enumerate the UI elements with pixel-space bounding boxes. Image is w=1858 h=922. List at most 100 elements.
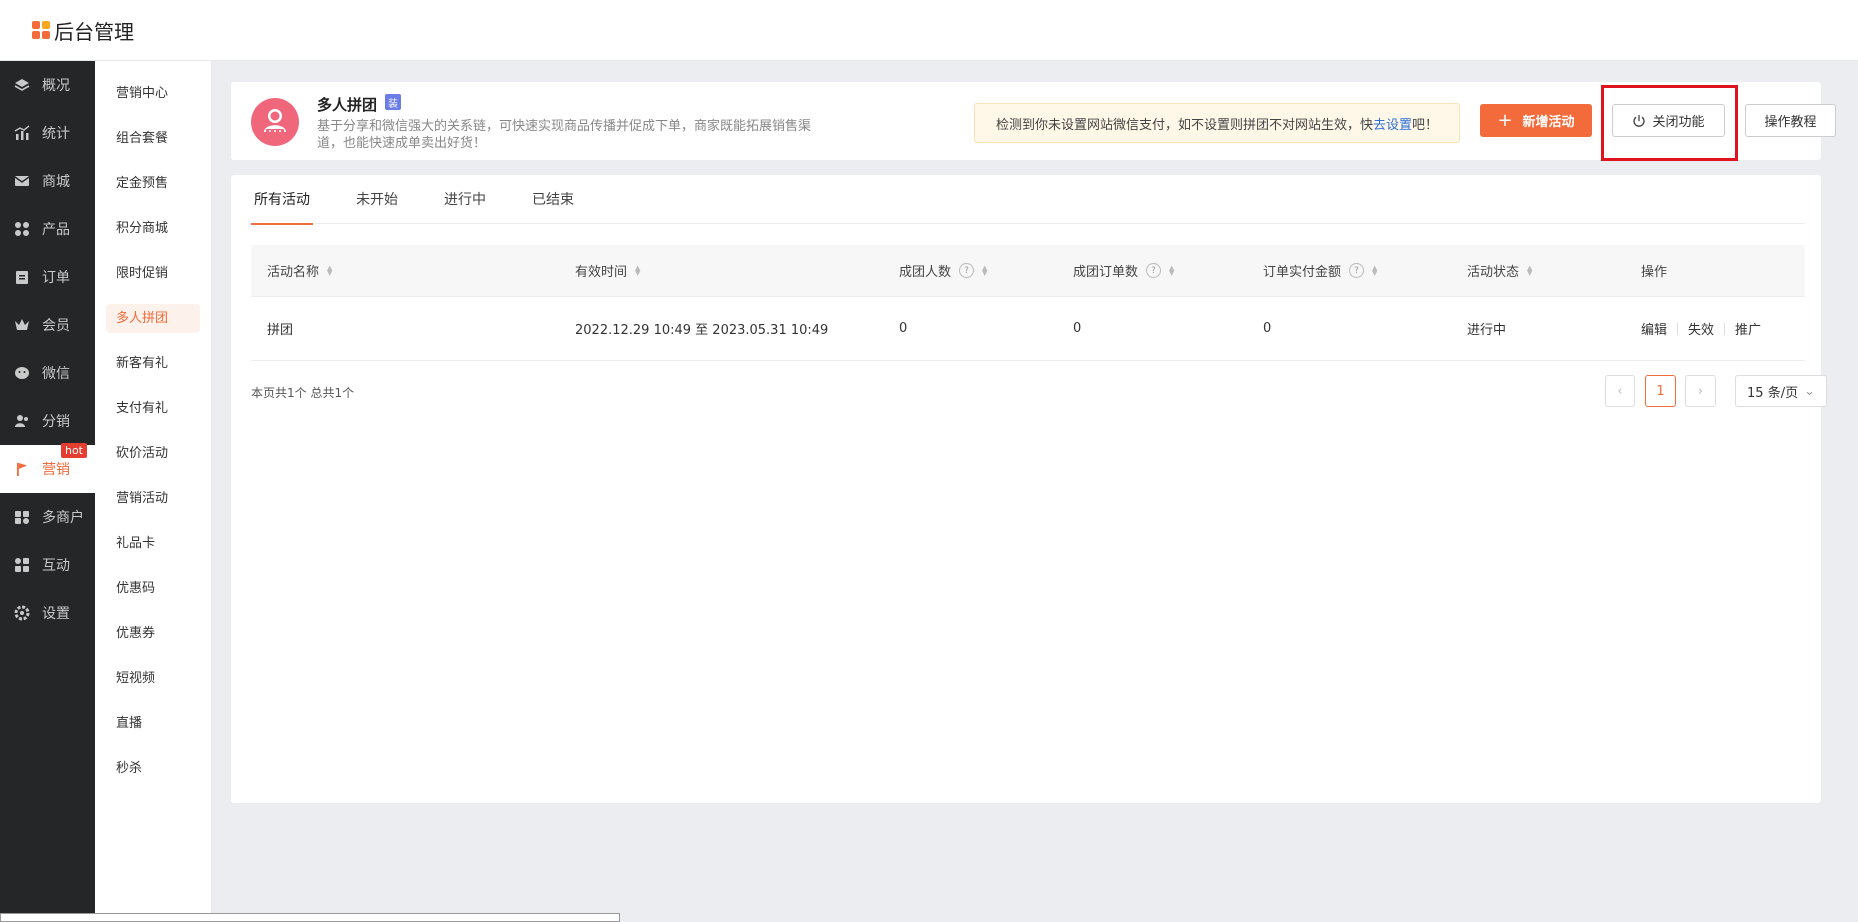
cell-amount: 0 — [1263, 321, 1272, 336]
cell-name: 拼团 — [267, 323, 294, 338]
page-number-button[interactable]: 1 — [1645, 375, 1676, 407]
subnav-item-bundle[interactable]: 组合套餐 — [106, 124, 200, 153]
users-icon — [14, 413, 30, 429]
sidebar-item-products[interactable]: 产品 — [0, 205, 95, 253]
subnav-item-marketing-center[interactable]: 营销中心 — [106, 79, 200, 108]
activity-tabs: 所有活动 未开始 进行中 已结束 — [251, 175, 1805, 225]
column-header-orders[interactable]: 成团订单数 ? ▲ ▼ — [1057, 261, 1247, 280]
divider — [1677, 322, 1679, 335]
subnav-item-points-mall[interactable]: 积分商城 — [106, 214, 200, 243]
subnav-item-gift-card[interactable]: 礼品卡 — [106, 529, 200, 558]
sidebar-item-mall[interactable]: 商城 — [0, 157, 95, 205]
help-icon[interactable]: ? — [1349, 263, 1365, 278]
page-size-select[interactable]: 15 条/页 ⌄ — [1735, 375, 1827, 407]
subnav-item-deposit-presale[interactable]: 定金预售 — [106, 169, 200, 198]
prev-page-button[interactable]: ‹ — [1605, 375, 1635, 407]
help-icon[interactable]: ? — [1146, 263, 1162, 278]
sidebar-item-multi-merchant[interactable]: 多商户 — [0, 493, 95, 541]
table-row: 拼团 2022.12.29 10:49 至 2023.05.31 10:49 0… — [251, 297, 1805, 361]
tab-all[interactable]: 所有活动 — [251, 175, 313, 225]
notice-text: 检测到你未设置网站微信支付，如不设置则拼团不对网站生效，快 — [995, 117, 1373, 133]
activity-list-card: 所有活动 未开始 进行中 已结束 活动名称 ▲ ▼ 有效时间 ▲ ▼ 成团人数 ? … — [231, 175, 1827, 803]
column-header-name[interactable]: 活动名称 ▲ ▼ — [251, 261, 559, 280]
edit-link[interactable]: 编辑 — [1641, 319, 1667, 338]
column-header-time[interactable]: 有效时间 ▲ ▼ — [559, 261, 883, 280]
sidebar-item-interaction[interactable]: 互动 — [0, 541, 95, 589]
module-description: 基于分享和微信强大的关系链，可快速实现商品传播并促成下单，商家既能拓展销售渠道，… — [317, 119, 812, 151]
sidebar-item-label: 统计 — [42, 126, 70, 142]
layers-icon — [14, 77, 30, 93]
clipboard-icon — [14, 269, 30, 285]
sidebar-item-wechat[interactable]: 微信 — [0, 349, 95, 397]
page-size-label: 15 条/页 — [1747, 385, 1799, 401]
cell-time: 2022.12.29 10:49 至 2023.05.31 10:49 — [575, 323, 829, 338]
subnav-item-payment-gift[interactable]: 支付有礼 — [106, 394, 200, 423]
subnav-item-group-buy[interactable]: 多人拼团 — [106, 304, 200, 333]
subnav-item-seckill[interactable]: 秒杀 — [106, 754, 200, 783]
sidebar-item-label: 订单 — [42, 270, 70, 286]
go-settings-link[interactable]: 去设置 — [1373, 114, 1412, 133]
hot-badge: hot — [60, 443, 87, 458]
sort-icon[interactable]: ▲ ▼ — [1372, 264, 1377, 276]
sort-icon[interactable]: ▲ ▼ — [982, 264, 987, 276]
sidebar-item-label: 分销 — [42, 414, 70, 430]
add-activity-label: 新增活动 — [1522, 115, 1575, 130]
promote-link[interactable]: 推广 — [1735, 319, 1761, 338]
sidebar-item-label: 互动 — [42, 558, 70, 574]
main-sidebar: 概况 统计 商城 产品 订单 会员 微信 分销 营销 hot 多商户 互动 设置 — [0, 61, 95, 922]
subnav-item-short-video[interactable]: 短视频 — [106, 664, 200, 693]
grid-icon — [14, 221, 30, 237]
sidebar-item-label: 概况 — [42, 78, 70, 94]
sort-icon[interactable]: ▲ ▼ — [327, 264, 332, 276]
cell-members: 0 — [899, 321, 908, 336]
next-page-button[interactable]: › — [1685, 375, 1716, 407]
apps-icon — [14, 557, 30, 573]
sidebar-item-marketing[interactable]: 营销 hot — [0, 443, 95, 493]
subnav-item-coupon[interactable]: 优惠券 — [106, 619, 200, 648]
sidebar-item-label: 设置 — [42, 606, 70, 622]
tab-ended[interactable]: 已结束 — [529, 175, 577, 224]
help-icon[interactable]: ? — [959, 263, 975, 278]
column-header-amount[interactable]: 订单实付金额 ? ▲ ▼ — [1247, 261, 1451, 280]
sidebar-item-settings[interactable]: 设置 — [0, 589, 95, 637]
bottom-status-strip — [0, 913, 620, 922]
sidebar-item-label: 商城 — [42, 174, 70, 190]
tab-not-started[interactable]: 未开始 — [353, 175, 401, 224]
wechat-icon — [14, 365, 30, 381]
subnav-item-bargain[interactable]: 砍价活动 — [106, 439, 200, 468]
subnav-item-new-customer-gift[interactable]: 新客有礼 — [106, 349, 200, 378]
crown-icon — [14, 317, 30, 333]
chevron-left-icon: ‹ — [1617, 383, 1623, 399]
subnav-item-flash-promo[interactable]: 限时促销 — [106, 259, 200, 288]
sort-icon[interactable]: ▲ ▼ — [635, 264, 640, 276]
sidebar-item-members[interactable]: 会员 — [0, 301, 95, 349]
decoration-badge: 装 — [385, 94, 401, 110]
disable-link[interactable]: 失效 — [1688, 319, 1714, 338]
subnav-item-live[interactable]: 直播 — [106, 709, 200, 738]
logo-icon — [32, 21, 50, 39]
sort-icon[interactable]: ▲ ▼ — [1527, 264, 1532, 276]
page-summary: 本页共1个 总共1个 — [251, 386, 355, 400]
column-header-status[interactable]: 活动状态 ▲ ▼ — [1451, 261, 1625, 280]
sidebar-item-orders[interactable]: 订单 — [0, 253, 95, 301]
tab-in-progress[interactable]: 进行中 — [441, 175, 489, 224]
sidebar-item-overview[interactable]: 概况 — [0, 61, 95, 109]
sidebar-item-label: 微信 — [42, 366, 70, 382]
add-activity-button[interactable]: + 新增活动 — [1480, 104, 1592, 137]
chevron-right-icon: › — [1697, 383, 1704, 399]
sidebar-item-label: 多商户 — [42, 510, 84, 526]
subnav-item-promo-code[interactable]: 优惠码 — [106, 574, 200, 603]
tutorial-button[interactable]: 操作教程 — [1745, 104, 1836, 137]
subnav-item-marketing-activity[interactable]: 营销活动 — [106, 484, 200, 513]
flag-icon — [14, 461, 30, 477]
chevron-down-icon: ⌄ — [1804, 383, 1815, 399]
sort-icon[interactable]: ▲ ▼ — [1169, 264, 1174, 276]
sidebar-item-distribution[interactable]: 分销 — [0, 397, 95, 445]
column-header-members[interactable]: 成团人数 ? ▲ ▼ — [883, 261, 1057, 280]
activity-table: 活动名称 ▲ ▼ 有效时间 ▲ ▼ 成团人数 ? ▲ ▼ 成团订单数 ? ▲ ▼ 订单实… — [251, 245, 1805, 361]
cell-status: 进行中 — [1467, 323, 1507, 338]
sidebar-item-stats[interactable]: 统计 — [0, 109, 95, 157]
table-header: 活动名称 ▲ ▼ 有效时间 ▲ ▼ 成团人数 ? ▲ ▼ 成团订单数 ? ▲ ▼ 订单实… — [251, 245, 1805, 297]
sub-sidebar: 营销中心 组合套餐 定金预售 积分商城 限时促销 多人拼团 新客有礼 支付有礼 … — [95, 61, 212, 922]
cell-orders: 0 — [1073, 321, 1082, 336]
